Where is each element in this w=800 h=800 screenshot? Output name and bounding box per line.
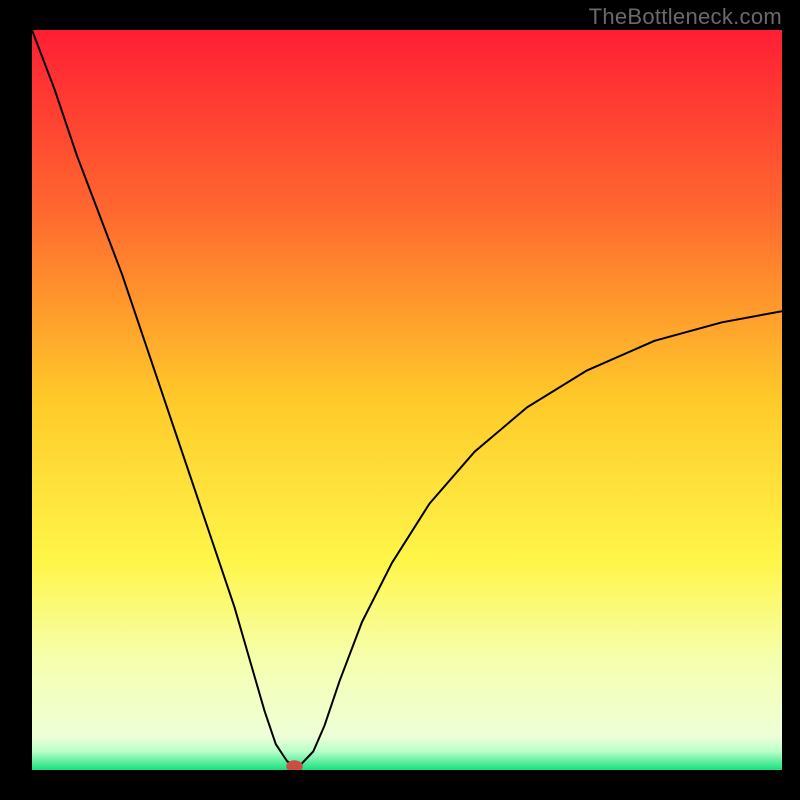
plot-area [32, 30, 782, 770]
chart-frame: TheBottleneck.com [0, 0, 800, 800]
chart-svg [32, 30, 782, 770]
watermark-text: TheBottleneck.com [589, 4, 782, 30]
gradient-background [32, 30, 782, 770]
